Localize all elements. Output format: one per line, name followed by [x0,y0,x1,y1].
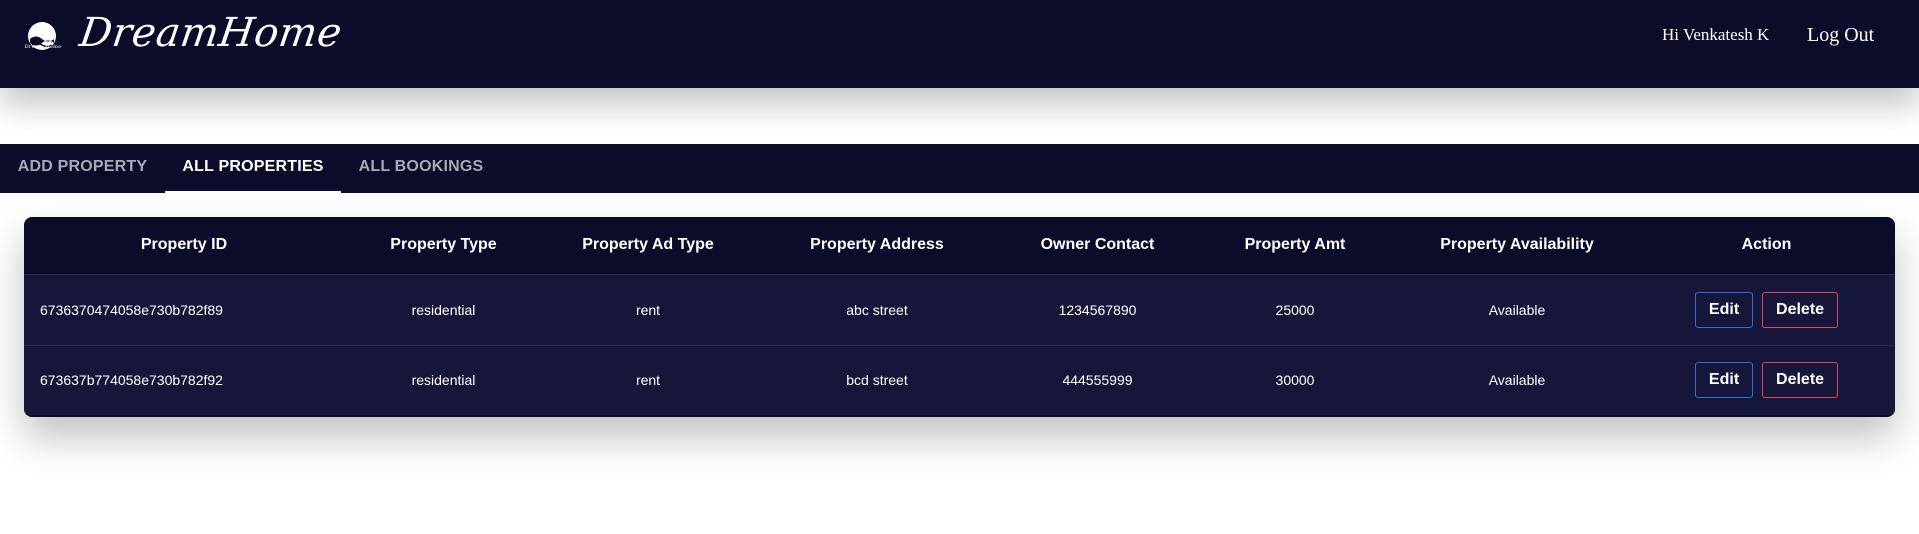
properties-table-card: Property ID Property Type Property Ad Ty… [24,217,1895,417]
column-header: Property Ad Type [543,217,753,275]
top-navbar: Dream Home DreamHome Hi Venkatesh K Log … [0,0,1919,88]
action-cell: Edit Delete [1638,274,1895,345]
column-header: Property Type [344,217,543,275]
property-ad-type-cell: rent [635,372,661,389]
property-id-cell: 673637b774058e730b782f92 [40,372,223,389]
column-header: Action [1638,217,1895,275]
property-id-cell: 6736370474058e730b782f89 [40,301,223,318]
edit-button[interactable]: Edit [1694,291,1754,328]
property-ad-type-cell: rent [635,301,661,318]
action-cell: Edit Delete [1638,345,1895,415]
column-header: Property Amt [1194,217,1396,275]
table-row: 673637b774058e730b782f92 residential ren… [24,345,1895,415]
user-greeting: Hi Venkatesh K [1662,25,1770,44]
column-header: Property ID [24,217,344,275]
logout-button[interactable]: Log Out [1807,24,1874,47]
edit-button[interactable]: Edit [1694,362,1754,399]
property-amount-cell: 25000 [1275,301,1315,318]
column-header: Property Availability [1396,217,1638,275]
property-availability-cell: Available [1488,301,1546,318]
delete-button[interactable]: Delete [1762,291,1839,328]
tab-all-bookings[interactable]: ALL BOOKINGS [341,144,501,193]
owner-contact-cell: 1234567890 [1058,301,1137,318]
property-type-cell: residential [411,372,476,389]
properties-table: Property ID Property Type Property Ad Ty… [24,217,1895,415]
tab-all-properties[interactable]: ALL PROPERTIES [165,144,341,193]
delete-button[interactable]: Delete [1762,362,1839,399]
tab-bar: ADD PROPERTY ALL PROPERTIES ALL BOOKINGS [0,144,1919,193]
property-amount-cell: 30000 [1275,372,1315,389]
property-address-cell: abc street [846,301,908,318]
logo-caption: Dream Home [24,44,62,50]
tab-add-property[interactable]: ADD PROPERTY [0,144,165,193]
table-header-row: Property ID Property Type Property Ad Ty… [24,217,1895,275]
owner-contact-cell: 444555999 [1062,372,1133,389]
brand-title[interactable]: DreamHome [76,8,345,58]
property-type-cell: residential [411,301,476,318]
table-row: 6736370474058e730b782f89 residential ren… [24,274,1895,345]
column-header: Property Address [753,217,1001,275]
property-address-cell: bcd street [846,372,908,389]
property-availability-cell: Available [1488,372,1546,389]
column-header: Owner Contact [1001,217,1194,275]
